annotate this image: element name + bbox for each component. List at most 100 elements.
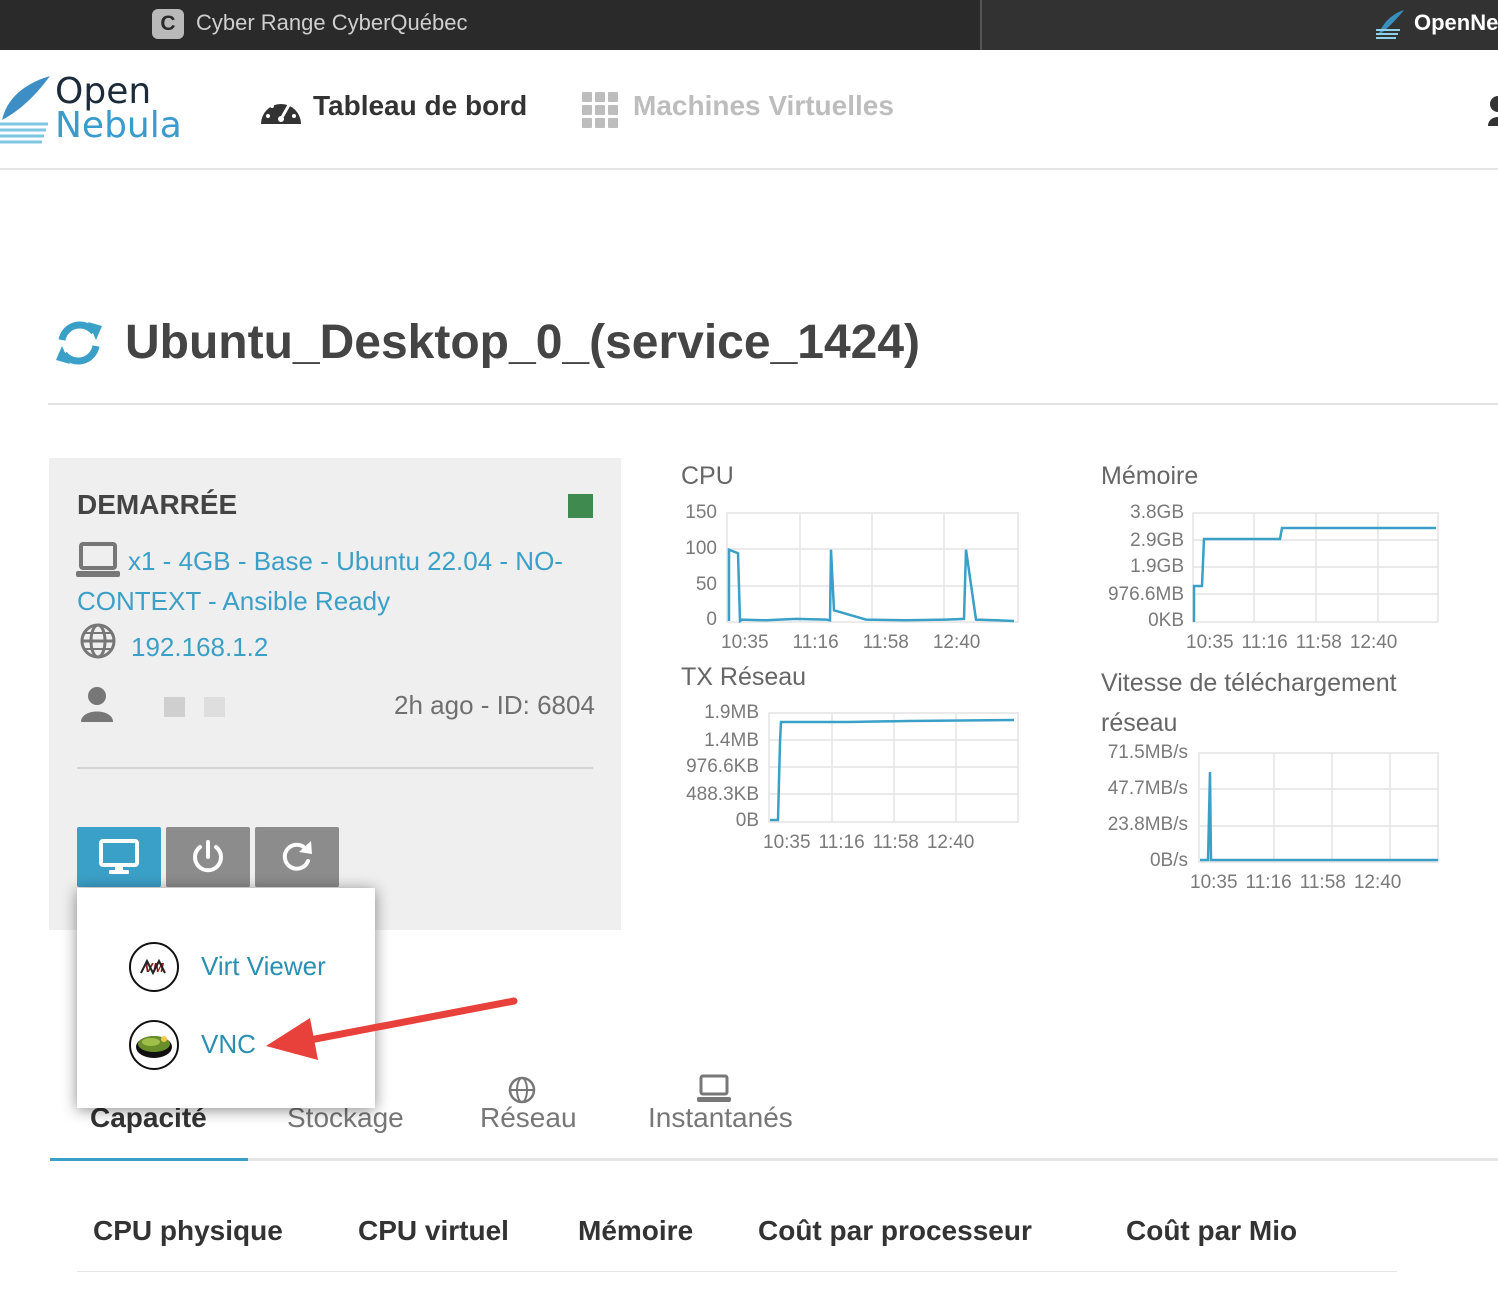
tx-ytick: 1.4MB: [704, 730, 759, 751]
download-ytick: 47.7MB/s: [1107, 778, 1188, 799]
cpu-ytick: 0: [706, 609, 717, 630]
menu-item-virt-viewer[interactable]: VM Virt Viewer: [129, 940, 369, 996]
tx-series-line: [770, 718, 1015, 822]
download-xticks: 10:35 11:16 11:58 12:40: [1190, 872, 1401, 894]
download-xtick: 11:16: [1245, 872, 1292, 893]
page-title: Ubuntu_Desktop_0_(service_1424): [125, 316, 921, 369]
tx-xtick: 11:58: [872, 832, 919, 853]
browser-tab-title[interactable]: Cyber Range CyberQuébec: [196, 10, 467, 36]
tab-active-indicator: [50, 1158, 248, 1161]
download-xtick: 11:58: [1299, 872, 1346, 893]
vm-state-label: DEMARRÉE: [77, 489, 238, 520]
tx-xtick: 11:16: [818, 832, 865, 853]
cpu-chart-plot: [726, 512, 1019, 624]
tabs-divider: [50, 1158, 1498, 1161]
power-icon: [193, 840, 223, 873]
tab-separator: [980, 0, 982, 50]
cpu-xticks: 10:35 11:16 11:58 12:40: [721, 632, 980, 654]
nav-dashboard-label: Tableau de bord: [313, 90, 528, 121]
opennebula-favicon-icon: [1376, 10, 1404, 39]
power-off-button[interactable]: [166, 827, 250, 887]
memory-series-line: [1192, 526, 1436, 622]
cpu-xtick: 11:16: [792, 632, 839, 653]
memory-ytick: 976.6MB: [1107, 584, 1184, 605]
virt-viewer-icon: VM: [129, 942, 179, 992]
opennebula-logo-icon[interactable]: [0, 72, 56, 144]
vm-template-link-line1[interactable]: x1 - 4GB - Base - Ubuntu 22.04 - NO-: [128, 546, 563, 577]
nav-virtual-machines-label: Machines Virtuelles: [633, 90, 894, 121]
logo-text-nebula: Nebula: [55, 105, 182, 146]
table-header-virtual-cpu: CPU virtuel: [358, 1215, 509, 1246]
group-placeholder: [204, 697, 225, 717]
cpu-xtick: 10:35: [721, 632, 769, 653]
menu-item-vnc[interactable]: VNC: [129, 1018, 369, 1074]
tx-xtick: 12:40: [926, 832, 975, 853]
site-favicon-icon: C: [152, 9, 184, 39]
globe-icon: [80, 623, 116, 659]
menu-item-label: Virt Viewer: [201, 951, 326, 981]
memory-ytick: 1.9GB: [1130, 556, 1184, 577]
dashboard-gauge-icon: [261, 100, 301, 124]
cpu-xtick: 12:40: [932, 632, 981, 653]
refresh-icon: [282, 841, 312, 871]
chart-title-download-speed: Vitesse de téléchargement réseau: [1101, 669, 1397, 737]
cpu-ytick: 150: [685, 502, 717, 523]
download-xtick: 12:40: [1353, 872, 1402, 893]
vm-template-link-line2[interactable]: CONTEXT - Ansible Ready: [77, 586, 390, 617]
memory-ytick: 3.8GB: [1130, 502, 1184, 523]
download-series-line: [1200, 771, 1438, 862]
vm-meta: 2h ago - ID: 6804: [394, 690, 595, 720]
globe-icon: [508, 1076, 536, 1104]
memory-xtick: 10:35: [1186, 632, 1234, 653]
table-header-memory: Mémoire: [578, 1215, 694, 1246]
memory-xtick: 11:16: [1241, 632, 1288, 653]
memory-ytick: 0KB: [1148, 610, 1184, 631]
download-ytick: 71.5MB/s: [1107, 742, 1188, 763]
tx-ytick: 1.9MB: [704, 702, 759, 723]
download-xtick: 10:35: [1190, 872, 1238, 893]
reboot-button[interactable]: [255, 827, 339, 887]
tx-xticks: 10:35 11:16 11:58 12:40: [763, 832, 974, 854]
tx-xtick: 10:35: [763, 832, 811, 853]
download-ytick: 0B/s: [1149, 850, 1188, 871]
chart-title-memory: Mémoire: [1101, 462, 1199, 490]
owner-placeholder: [164, 697, 185, 717]
user-menu-icon[interactable]: [1488, 94, 1498, 126]
tab-network[interactable]: Réseau: [480, 1102, 577, 1134]
memory-xtick: 12:40: [1349, 632, 1398, 653]
memory-chart-plot: [1192, 512, 1439, 623]
tx-ytick: 488.3KB: [686, 784, 759, 805]
tx-ytick: 0B: [735, 810, 759, 831]
memory-ytick: 2.9GB: [1130, 530, 1184, 551]
laptop-icon: [697, 1074, 731, 1102]
tab-snapshots[interactable]: Instantanés: [648, 1102, 793, 1134]
cpu-xtick: 11:58: [862, 632, 909, 653]
laptop-icon: [76, 542, 120, 577]
vnc-icon: [129, 1020, 179, 1070]
memory-xtick: 11:58: [1295, 632, 1342, 653]
download-chart-plot: [1198, 752, 1439, 863]
grid-icon: [582, 92, 618, 128]
monitor-icon: [99, 839, 139, 874]
chart-title-tx-network: TX Réseau: [681, 663, 807, 691]
title-divider: [48, 403, 1498, 405]
tx-ytick: 976.6KB: [686, 756, 759, 777]
menu-item-label: VNC: [201, 1029, 256, 1059]
tx-chart-plot: [768, 712, 1019, 823]
browser-tab2-title[interactable]: OpenNe: [1414, 10, 1498, 36]
refresh-status-icon[interactable]: [54, 318, 104, 368]
table-header-cost-per-mib: Coût par Mio: [1126, 1215, 1298, 1246]
table-header-cost-per-cpu: Coût par processeur: [758, 1215, 1032, 1246]
console-button[interactable]: [77, 827, 161, 887]
download-ytick: 23.8MB/s: [1107, 814, 1188, 835]
chart-title-cpu: CPU: [681, 462, 734, 490]
card-divider: [77, 767, 593, 769]
cpu-ytick: 50: [695, 574, 717, 595]
table-header-divider: [77, 1271, 1397, 1272]
memory-xticks: 10:35 11:16 11:58 12:40: [1186, 632, 1397, 654]
cpu-ytick: 100: [685, 538, 717, 559]
vm-ip-address[interactable]: 192.168.1.2: [131, 632, 268, 663]
status-indicator: [568, 494, 593, 518]
user-icon: [81, 687, 113, 722]
console-dropdown-menu: VM Virt Viewer VNC: [77, 888, 375, 1108]
